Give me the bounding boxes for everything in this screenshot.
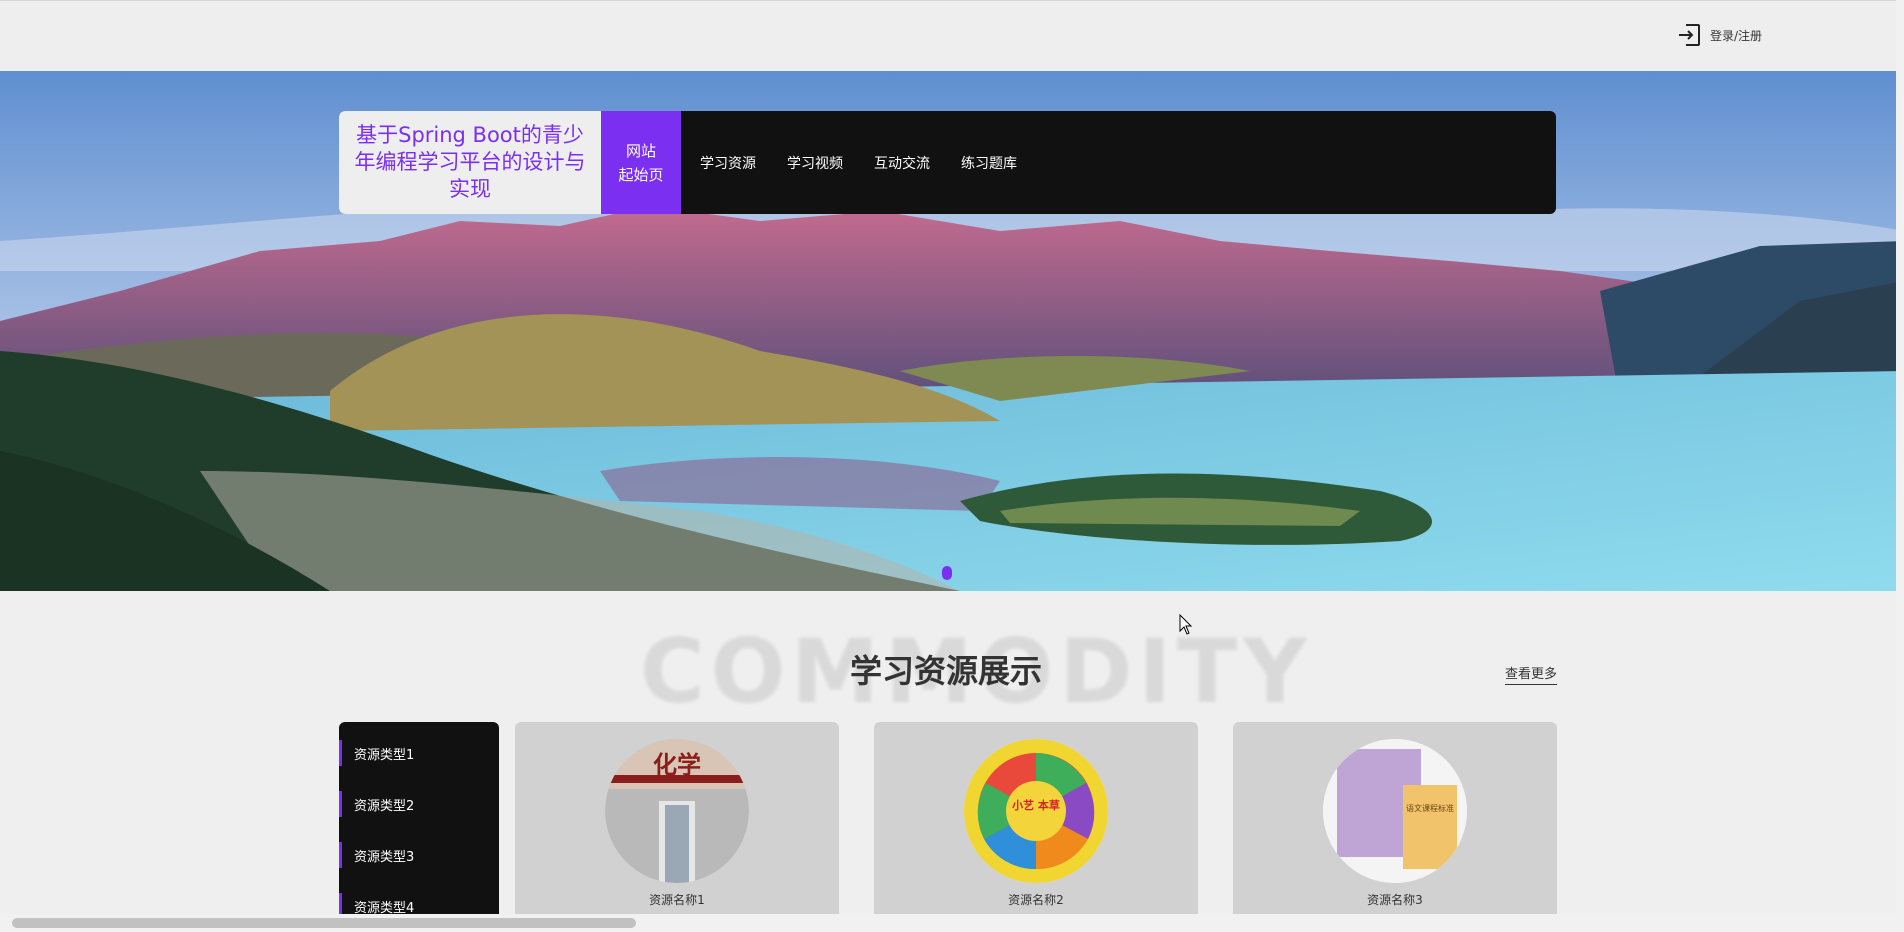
resource-thumbnail: 小艺 本草: [964, 739, 1108, 883]
view-more-link[interactable]: 查看更多: [1505, 663, 1558, 685]
category-item[interactable]: 资源类型1: [339, 740, 499, 766]
thumb-text: 语文课程标准: [1406, 803, 1454, 813]
resource-name: 资源名称2: [1008, 893, 1064, 907]
login-icon: [1679, 24, 1700, 46]
nav-items: 学习资源 学习视频 互动交流 练习题库: [681, 111, 1048, 214]
top-bar: 登录/注册: [0, 0, 1904, 71]
nav-item-learning-resources[interactable]: 学习资源: [700, 153, 756, 173]
nav-item-question-bank[interactable]: 练习题库: [961, 153, 1017, 173]
resource-name: 资源名称3: [1367, 893, 1423, 907]
section-title: 学习资源展示: [849, 652, 1042, 690]
site-title[interactable]: 基于Spring Boot的青少年编程学习平台的设计与实现: [339, 111, 601, 214]
resource-card[interactable]: 化学 资源名称1: [515, 722, 839, 932]
nav-home-label-line2: 起始页: [618, 165, 664, 184]
resource-category-list: 资源类型1 资源类型2 资源类型3 资源类型4: [339, 722, 499, 932]
carousel-indicator[interactable]: [942, 566, 952, 580]
thumb-text: 化学: [653, 750, 701, 779]
category-item[interactable]: 资源类型3: [339, 842, 499, 868]
login-register-link[interactable]: 登录/注册: [1676, 22, 1762, 48]
nav-home-label-line1: 网站: [625, 141, 656, 160]
category-item[interactable]: 资源类型2: [339, 791, 499, 817]
resource-name: 资源名称1: [649, 893, 705, 907]
mouse-cursor-icon: [1179, 614, 1193, 635]
resource-card[interactable]: 语文课程标准 资源名称3: [1233, 722, 1557, 932]
login-register-label: 登录/注册: [1710, 28, 1763, 43]
resource-thumbnail: 化学: [605, 739, 749, 883]
nav-item-learning-videos[interactable]: 学习视频: [787, 153, 843, 173]
resource-thumbnail: 语文课程标准: [1323, 739, 1467, 883]
nav-item-interaction[interactable]: 互动交流: [874, 153, 930, 173]
resource-card[interactable]: 小艺 本草 资源名称2: [874, 722, 1198, 932]
vertical-scrollbar[interactable]: [1896, 0, 1904, 914]
horizontal-scrollbar-thumb[interactable]: [12, 918, 636, 928]
main-navbar: 基于Spring Boot的青少年编程学习平台的设计与实现 网站 起始页 学习资…: [339, 111, 1556, 214]
thumb-text: 小艺 本草: [1011, 798, 1060, 812]
horizontal-scrollbar[interactable]: [0, 914, 1904, 932]
nav-home-button[interactable]: 网站 起始页: [601, 111, 681, 214]
